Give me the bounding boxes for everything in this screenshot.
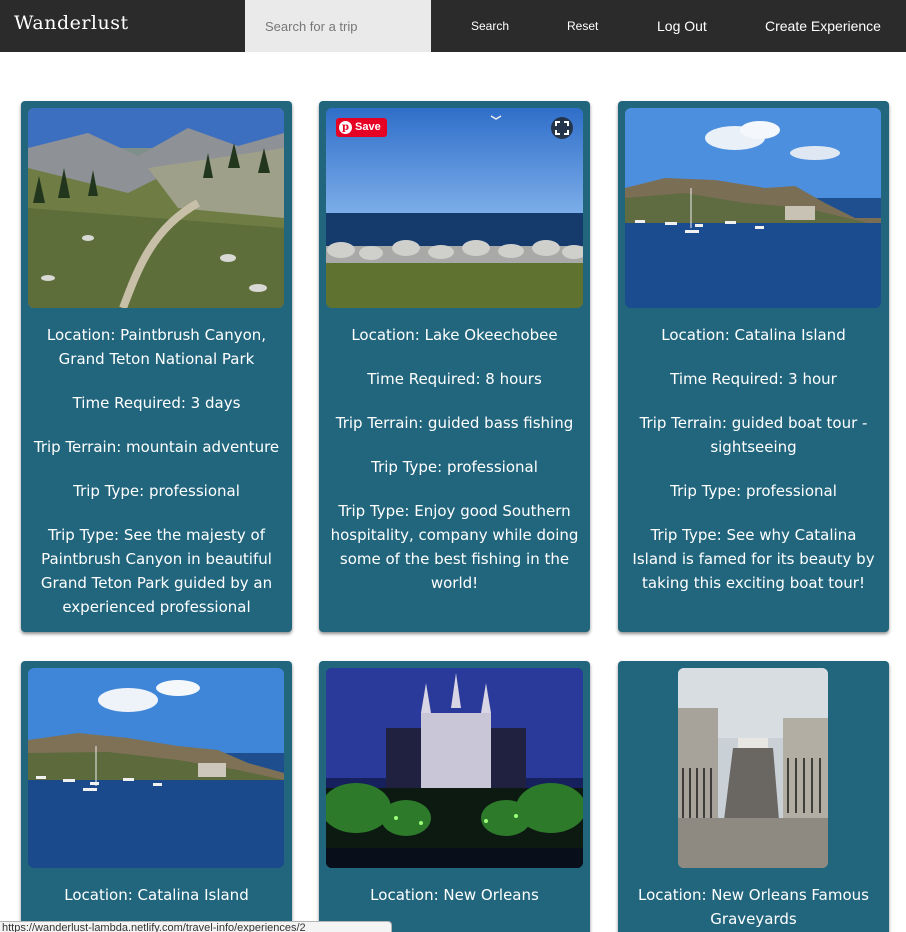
- card-details: Location: Catalina Island Time Required:…: [628, 323, 879, 615]
- card-terrain: Trip Terrain: guided bass fishing: [335, 414, 574, 432]
- experience-card[interactable]: Location: New Orleans: [319, 661, 590, 932]
- experience-card[interactable]: Location: New Orleans Famous Graveyards: [618, 661, 889, 932]
- search-input[interactable]: [245, 0, 431, 52]
- experience-card[interactable]: Location: Catalina Island Time Required:…: [618, 101, 889, 632]
- card-location: Location: Catalina Island: [64, 886, 249, 904]
- card-time: Time Required: 3 hour: [670, 370, 837, 388]
- search-button[interactable]: Search: [471, 0, 509, 52]
- status-bar-url: https://wanderlust-lambda.netlify.com/tr…: [0, 921, 392, 932]
- card-description: Trip Type: See why Catalina Island is fa…: [632, 526, 875, 592]
- harbor-photo: [625, 108, 881, 308]
- card-time: Time Required: 8 hours: [367, 370, 542, 388]
- cemetery-photo: [678, 668, 828, 868]
- card-description: Trip Type: Enjoy good Southern hospitali…: [330, 502, 579, 592]
- card-location: Location: Lake Okeechobee: [351, 326, 558, 344]
- logout-button[interactable]: Log Out: [657, 0, 707, 52]
- pinterest-icon: p: [339, 121, 352, 134]
- create-experience-button[interactable]: Create Experience: [765, 0, 881, 52]
- experience-card[interactable]: p Save Location: Lake Okeechobee Time Re…: [319, 101, 590, 632]
- lake-shore-photo: p Save: [326, 108, 583, 308]
- harbor-photo: [28, 668, 284, 868]
- card-type: Trip Type: professional: [670, 482, 837, 500]
- experience-card[interactable]: Location: Paintbrush Canyon, Grand Teton…: [21, 101, 292, 632]
- card-location: Location: Catalina Island: [661, 326, 846, 344]
- night-cathedral-photo: [326, 668, 583, 868]
- brand-logo[interactable]: Wanderlust: [14, 12, 129, 34]
- card-details: Location: Paintbrush Canyon, Grand Teton…: [31, 323, 282, 639]
- card-type: Trip Type: professional: [73, 482, 240, 500]
- pinterest-save-button[interactable]: p Save: [336, 118, 387, 137]
- card-location: Location: Paintbrush Canyon, Grand Teton…: [46, 326, 267, 368]
- card-time: Time Required: 3 days: [72, 394, 241, 412]
- card-description: Trip Type: See the majesty of Paintbrush…: [40, 526, 273, 616]
- pinterest-save-label: Save: [355, 121, 381, 133]
- expand-icon[interactable]: [551, 117, 573, 139]
- card-type: Trip Type: professional: [371, 458, 538, 476]
- experience-card[interactable]: Location: Catalina Island: [21, 661, 292, 932]
- top-navbar: Wanderlust Search Reset Log Out Create E…: [0, 0, 906, 52]
- card-terrain: Trip Terrain: mountain adventure: [33, 438, 280, 456]
- card-location: Location: New Orleans Famous Graveyards: [638, 886, 869, 928]
- card-details: Location: New Orleans Famous Graveyards: [628, 883, 879, 932]
- card-location: Location: New Orleans: [370, 886, 539, 904]
- mountain-trail-photo: [28, 108, 284, 308]
- card-details: Location: Lake Okeechobee Time Required:…: [329, 323, 580, 615]
- reset-button[interactable]: Reset: [567, 0, 598, 52]
- card-terrain: Trip Terrain: guided boat tour - sightse…: [639, 414, 868, 456]
